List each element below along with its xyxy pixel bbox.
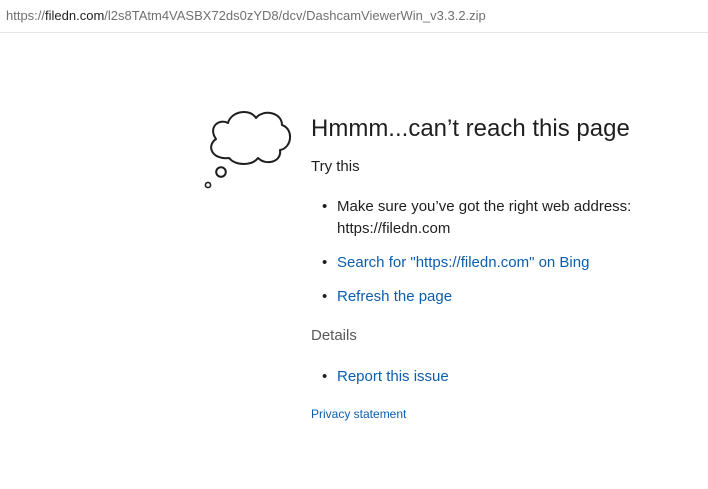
url-text[interactable]: https://filedn.com/l2s8TAtm4VASBX72ds0zY… — [6, 0, 486, 32]
bullet: • — [322, 254, 328, 271]
suggestions-list: • Make sure you’ve got the right web add… — [311, 196, 691, 308]
privacy-statement-link[interactable]: Privacy statement — [311, 407, 406, 421]
url-scheme: https:// — [6, 8, 46, 23]
search-bing-link[interactable]: Search for "https://filedn.com" on Bing — [337, 254, 589, 271]
list-item: • Refresh the page — [311, 286, 691, 308]
refresh-page-link[interactable]: Refresh the page — [337, 288, 452, 305]
page-title: Hmmm...can’t reach this page — [311, 115, 630, 142]
url-path: /l2s8TAtm4VASBX72ds0zYD8/dcv/DashcamView… — [104, 8, 486, 23]
list-item: • Report this issue — [311, 366, 691, 388]
report-issue-link[interactable]: Report this issue — [337, 368, 449, 385]
url-host: filedn.com — [45, 8, 105, 23]
list-item: • Make sure you’ve got the right web add… — [311, 196, 691, 240]
bullet: • — [322, 198, 328, 215]
check-address-text: Make sure you’ve got the right web addre… — [337, 198, 632, 237]
address-bar[interactable]: https://filedn.com/l2s8TAtm4VASBX72ds0zY… — [0, 0, 708, 33]
list-item: • Search for "https://filedn.com" on Bin… — [311, 252, 691, 274]
details-list: • Report this issue — [311, 366, 691, 388]
bullet: • — [322, 288, 328, 305]
try-this-heading: Try this — [311, 158, 360, 175]
bullet: • — [322, 368, 328, 385]
thought-cloud-icon — [204, 111, 291, 189]
error-content: Hmmm...can’t reach this page Try this • … — [311, 112, 691, 423]
details-toggle[interactable]: Details — [311, 326, 691, 346]
